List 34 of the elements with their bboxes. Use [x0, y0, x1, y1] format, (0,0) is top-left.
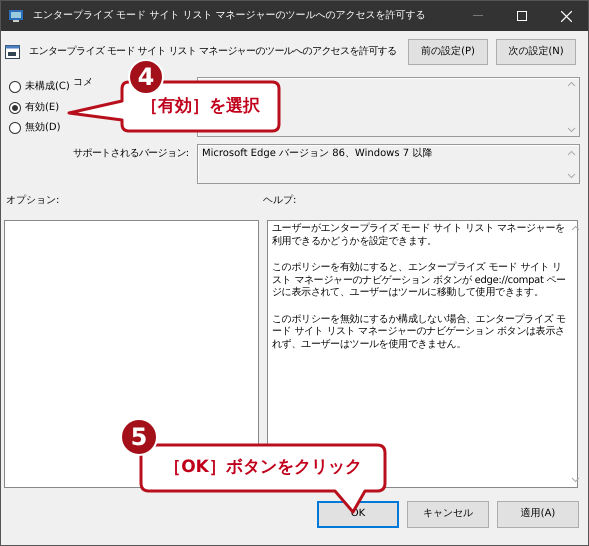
nav-button[interactable]: 次の設定(N) — [496, 39, 576, 65]
supported-label: サポートされるバージョン: — [73, 147, 189, 160]
policy-title: エンタープライズ モード サイト リスト マネージャーのツールへのアクセスを許可する — [29, 46, 397, 58]
help-label: ヘルプ: — [263, 195, 296, 208]
radio-option[interactable]: 無効(D) — [9, 122, 73, 134]
maximize-icon[interactable] — [517, 11, 527, 21]
radio-option[interactable]: 有効(E) — [9, 102, 73, 114]
scroll-down-icon[interactable] — [571, 477, 580, 483]
help-paragraph: このポリシーを無効にするか構成しない場合、エンタープライズ モード サイト リスト マネージャーのナビゲーション ボタンは表示されず、ユーザーはツールを使用できません。 — [272, 314, 567, 351]
nav-button[interactable]: 前の設定(P) — [408, 39, 488, 65]
window-title: エンタープライズ モード サイト リスト マネージャーのツールへのアクセスを許可する — [33, 10, 426, 22]
supported-value: Microsoft Edge バージョン 86、Windows 7 以降 — [202, 148, 432, 159]
options-label: オプション: — [5, 195, 60, 208]
scroll-down-icon[interactable] — [567, 173, 576, 179]
dialog-button[interactable]: 適用(A) — [497, 501, 579, 528]
minimize-icon[interactable] — [473, 15, 483, 17]
app-icon — [9, 9, 25, 23]
scroll-up-icon[interactable] — [571, 225, 580, 231]
radio-button[interactable] — [9, 122, 21, 134]
radio-button[interactable] — [9, 102, 21, 114]
step-badge-tooltip: 4 — [128, 59, 164, 95]
policy-icon — [5, 44, 21, 60]
callout-text: ［有効］を選択 — [141, 96, 260, 118]
scroll-up-icon[interactable] — [567, 150, 576, 156]
comment-label: コメ — [73, 77, 93, 90]
radio-button[interactable] — [9, 81, 21, 94]
scroll-up-icon[interactable] — [567, 81, 576, 87]
scroll-down-icon[interactable] — [567, 127, 576, 133]
radio-option[interactable]: 未構成(C) — [9, 81, 73, 94]
close-icon[interactable] — [560, 10, 572, 22]
help-paragraph: このポリシーを有効にすると、エンタープライズ モード サイト リスト マネージャーのナビゲーション ボタンが edge://compat ページに表示されて、ユーザーはツールに移動して使用できます。 — [272, 262, 567, 300]
help-paragraph: ユーザーがエンタープライズ モード サイト リスト マネージャーを利用できるかどうかを設定できます。 — [272, 223, 566, 248]
dialog-button[interactable]: キャンセル — [407, 501, 489, 528]
callout-text: ［OK］ボタンをクリック — [164, 457, 362, 479]
